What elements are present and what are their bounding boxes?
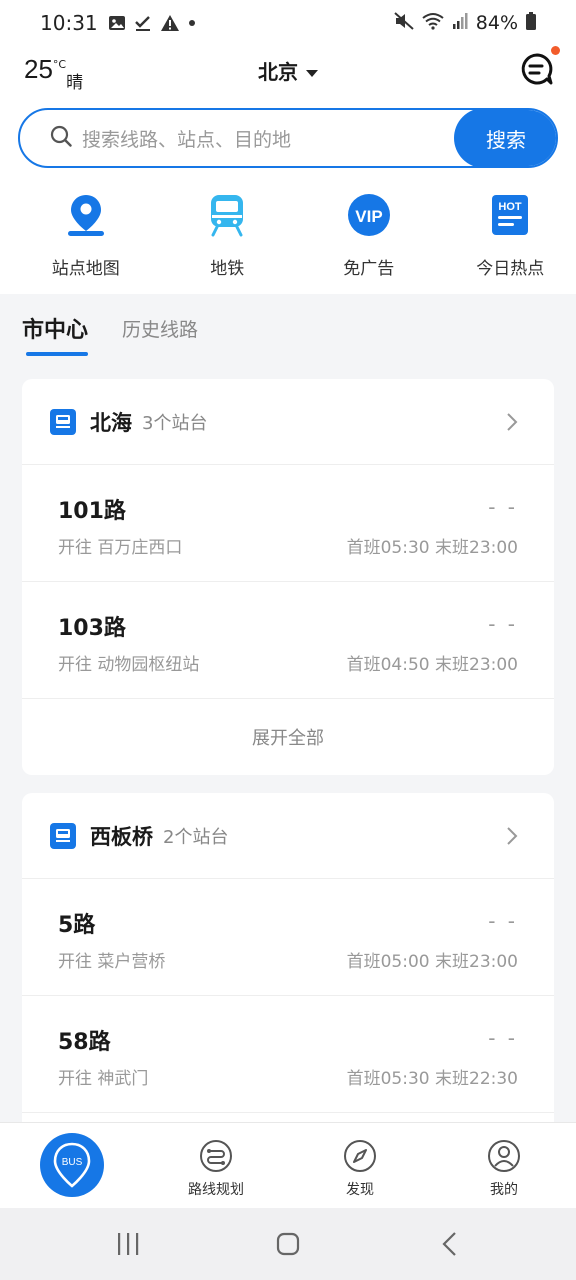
status-bar: 10:31 84% bbox=[0, 0, 576, 46]
signal-icon bbox=[452, 12, 468, 35]
route-plan-icon bbox=[200, 1140, 232, 1172]
route-name: 58路 bbox=[58, 1030, 111, 1055]
bus-pin-icon: BUS bbox=[53, 1142, 91, 1188]
user-icon bbox=[488, 1140, 520, 1172]
search-button[interactable]: 搜索 bbox=[454, 110, 556, 166]
check-icon bbox=[134, 14, 152, 32]
home-icon[interactable] bbox=[276, 1232, 300, 1256]
quick-action-label: 今日热点 bbox=[476, 259, 545, 279]
route-destination: 开往 动物园枢纽站 bbox=[58, 655, 200, 675]
expand-all-button[interactable]: 展开全部 bbox=[22, 699, 554, 775]
compass-icon bbox=[344, 1140, 376, 1172]
image-icon bbox=[108, 14, 126, 32]
notification-dot bbox=[551, 46, 560, 55]
route-row[interactable]: 5路 - - 开往 菜户营桥 首班05:00 末班23:00 bbox=[22, 879, 554, 996]
bottom-nav: BUS 路线规划 发现 我的 bbox=[0, 1122, 576, 1208]
tab-history[interactable]: 历史线路 bbox=[122, 315, 198, 356]
route-schedule: 首班05:30 末班22:30 bbox=[346, 1069, 518, 1089]
quick-action-station-map[interactable]: 站点地图 bbox=[20, 190, 152, 279]
subway-icon bbox=[202, 190, 252, 240]
quick-action-subway[interactable]: 地铁 bbox=[162, 190, 294, 279]
message-button[interactable] bbox=[520, 52, 554, 86]
quick-actions: 站点地图 地铁 VIP 免广告 HOT 今日热点 bbox=[0, 190, 576, 279]
nav-label: 发现 bbox=[346, 1182, 374, 1198]
search-bar[interactable]: 搜索线路、站点、目的地 搜索 bbox=[18, 108, 558, 168]
route-schedule: 首班05:00 末班23:00 bbox=[346, 952, 518, 972]
route-row[interactable]: 101路 - - 开往 百万庄西口 首班05:30 末班23:00 bbox=[22, 465, 554, 582]
dot-icon bbox=[188, 19, 196, 27]
route-row[interactable]: 103路 - - 开往 动物园枢纽站 首班04:50 末班23:00 bbox=[22, 582, 554, 699]
station-name: 西板桥 bbox=[90, 824, 153, 849]
hot-icon: HOT bbox=[485, 190, 535, 240]
tab-bar: 市中心 历史线路 bbox=[22, 312, 198, 356]
recent-apps-icon[interactable] bbox=[116, 1232, 140, 1256]
route-name: 103路 bbox=[58, 616, 126, 641]
station-card: 西板桥 2个站台 5路 - - 开往 菜户营桥 首班05:00 末班23:00 … bbox=[22, 793, 554, 1133]
route-destination: 开往 菜户营桥 bbox=[58, 952, 166, 972]
system-nav-bar bbox=[0, 1208, 576, 1280]
route-schedule: 首班04:50 末班23:00 bbox=[346, 655, 518, 675]
route-name: 101路 bbox=[58, 499, 126, 524]
quick-action-label: 地铁 bbox=[210, 259, 245, 279]
bus-stop-icon bbox=[50, 408, 76, 435]
platform-count: 3个站台 bbox=[142, 412, 208, 434]
station-header[interactable]: 北海 3个站台 bbox=[22, 379, 554, 465]
quick-action-hot[interactable]: HOT 今日热点 bbox=[445, 190, 576, 279]
search-icon bbox=[50, 125, 72, 151]
nav-discover[interactable]: 发现 bbox=[300, 1139, 420, 1199]
route-schedule: 首班05:30 末班23:00 bbox=[346, 538, 518, 558]
nav-mine[interactable]: 我的 bbox=[444, 1139, 564, 1199]
route-destination: 开往 百万庄西口 bbox=[58, 538, 183, 558]
chevron-right-icon bbox=[507, 826, 518, 845]
route-status: - - bbox=[488, 1026, 518, 1050]
quick-action-label: 免广告 bbox=[343, 259, 395, 279]
back-icon[interactable] bbox=[440, 1232, 460, 1256]
nav-bus-button[interactable]: BUS bbox=[40, 1133, 104, 1197]
station-card: 北海 3个站台 101路 - - 开往 百万庄西口 首班05:30 末班23:0… bbox=[22, 379, 554, 775]
header: 25 °C 晴 北京 搜索线路、站点、目的地 搜索 站点地图 地铁 VIP 免广… bbox=[0, 46, 576, 294]
chevron-right-icon bbox=[507, 412, 518, 431]
mute-icon bbox=[394, 11, 414, 35]
city-selector[interactable]: 北京 bbox=[0, 56, 576, 85]
route-name: 5路 bbox=[58, 913, 96, 938]
nav-route-plan[interactable]: 路线规划 bbox=[156, 1139, 276, 1199]
route-status: - - bbox=[488, 612, 518, 636]
nav-label: 路线规划 bbox=[188, 1182, 244, 1198]
route-status: - - bbox=[488, 909, 518, 933]
route-status: - - bbox=[488, 495, 518, 519]
route-destination: 开往 神武门 bbox=[58, 1069, 149, 1089]
svg-text:VIP: VIP bbox=[355, 207, 382, 226]
bus-stop-icon bbox=[50, 822, 76, 849]
map-pin-icon bbox=[61, 190, 111, 240]
route-row[interactable]: 58路 - - 开往 神武门 首班05:30 末班22:30 bbox=[22, 996, 554, 1113]
caret-down-icon bbox=[306, 70, 318, 77]
station-header[interactable]: 西板桥 2个站台 bbox=[22, 793, 554, 879]
wifi-icon bbox=[422, 12, 444, 35]
bus-label: BUS bbox=[62, 1157, 83, 1168]
status-time: 10:31 bbox=[40, 11, 98, 35]
search-input[interactable]: 搜索线路、站点、目的地 bbox=[82, 125, 454, 152]
vip-icon: VIP bbox=[344, 190, 394, 240]
nav-label: 我的 bbox=[490, 1182, 518, 1198]
battery-percent: 84% bbox=[475, 12, 518, 34]
chat-bubble-icon bbox=[521, 53, 553, 85]
quick-action-vip[interactable]: VIP 免广告 bbox=[303, 190, 435, 279]
svg-text:HOT: HOT bbox=[499, 201, 523, 213]
tab-city-center[interactable]: 市中心 bbox=[22, 312, 89, 356]
warning-icon bbox=[160, 14, 180, 32]
city-name: 北京 bbox=[258, 60, 298, 84]
battery-icon bbox=[526, 11, 536, 35]
platform-count: 2个站台 bbox=[163, 826, 229, 848]
station-name: 北海 bbox=[90, 410, 132, 435]
quick-action-label: 站点地图 bbox=[51, 259, 120, 279]
